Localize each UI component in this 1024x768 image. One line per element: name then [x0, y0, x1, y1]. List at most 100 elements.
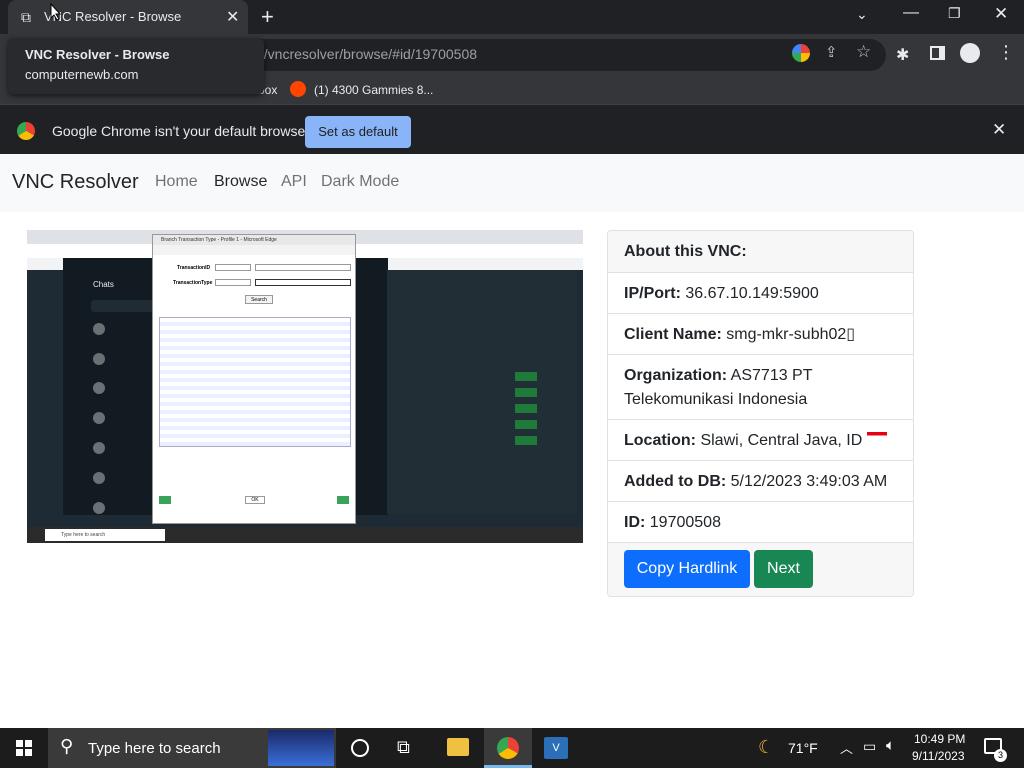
tab-hover-card: VNC Resolver - Browse computernewb.com [8, 38, 264, 94]
remote-next-button [337, 496, 349, 504]
remote-taskbar-search: Type here to search [45, 529, 165, 541]
chrome-taskbar-icon [497, 737, 519, 759]
infobar-close-icon[interactable]: ✕ [992, 120, 1006, 140]
remote-field2-select [215, 279, 251, 286]
tab-strip: ⧉ VNC Resolver - Browse ✕ + ⌄ — ❐ ✕ [0, 0, 1024, 34]
close-window-icon[interactable]: ✕ [994, 4, 1008, 24]
info-row-added: Added to DB: 5/12/2023 3:49:03 AM [608, 460, 913, 501]
weather-temp[interactable]: 71°F [788, 740, 818, 756]
card-header: About this VNC: [624, 243, 747, 260]
volume-icon[interactable]: 🔈︎ [886, 737, 895, 754]
remote-field1-label: TransactionID [177, 265, 211, 271]
remote-chat-avatar [93, 353, 105, 365]
bookmark-item[interactable]: (1) 4300 Gammies 8... [314, 83, 433, 97]
info-value: 5/12/2023 3:49:03 AM [730, 473, 888, 490]
search-icon: ⚲ [60, 736, 74, 756]
network-icon[interactable]: ▭ [863, 738, 876, 755]
nav-browse[interactable]: Browse [214, 173, 267, 191]
remote-chat-avatar [93, 323, 105, 335]
remote-chat-avatar [93, 472, 105, 484]
task-view-icon[interactable]: ⧉ [397, 737, 410, 758]
info-value: 36.67.10.149:5900 [685, 285, 819, 302]
side-panel-icon[interactable] [930, 46, 945, 60]
tab-search-chevron-icon[interactable]: ⌄ [856, 6, 868, 23]
site-navbar: VNC Resolver Home Browse API Dark Mode [0, 154, 1024, 212]
web-page: VNC Resolver Home Browse API Dark Mode C… [0, 154, 1024, 728]
info-label: ID: [624, 514, 646, 531]
taskbar-chrome[interactable] [484, 728, 532, 768]
remote-taskbar: Type here to search [27, 527, 583, 543]
remote-chat-avatar [93, 502, 105, 514]
menu-kebab-icon[interactable]: ⋮ [997, 42, 1015, 63]
windows-start-icon[interactable] [16, 740, 32, 756]
remote-green-button [515, 436, 537, 445]
site-brand[interactable]: VNC Resolver [12, 171, 139, 194]
info-row-location: Location: Slawi, Central Java, ID [608, 419, 913, 460]
hover-card-domain: computernewb.com [25, 67, 139, 82]
remote-search-button: Search [245, 295, 273, 304]
remote-edge-dialog: Branch Transaction Type - Profile 1 - Mi… [152, 234, 356, 524]
clock-time[interactable]: 10:49 PM [914, 732, 965, 746]
taskbar-search-placeholder: Type here to search [88, 740, 221, 757]
extensions-icon[interactable]: ✱ [896, 45, 909, 65]
info-label: IP/Port: [624, 285, 681, 302]
indonesia-flag-icon [866, 432, 887, 439]
remote-background-panel [387, 270, 577, 514]
url-text: n/vncresolver/browse/#id/19700508 [256, 46, 478, 62]
remote-field2-input [255, 279, 351, 286]
next-button[interactable]: Next [754, 550, 813, 588]
reddit-icon [290, 81, 306, 97]
remote-chat-avatar [93, 412, 105, 424]
new-tab-icon[interactable]: + [261, 4, 274, 30]
info-label: Client Name: [624, 326, 722, 343]
remote-green-button [515, 404, 537, 413]
restore-icon[interactable]: ❐ [948, 5, 961, 22]
remote-chat-avatar [93, 382, 105, 394]
info-row-ip: IP/Port: 36.67.10.149:5900 [608, 272, 913, 313]
close-tab-icon[interactable]: ✕ [226, 7, 239, 27]
vnc-info-card: About this VNC: IP/Port: 36.67.10.149:59… [607, 230, 914, 597]
remote-field1-select [215, 264, 251, 271]
info-label: Organization: [624, 367, 728, 384]
info-label: Location: [624, 432, 696, 449]
bookmark-star-icon[interactable]: ☆ [856, 42, 871, 62]
tray-chevron-icon[interactable]: ︿ [840, 738, 853, 757]
cortana-icon[interactable] [351, 739, 369, 757]
browser-tab[interactable]: ⧉ VNC Resolver - Browse ✕ [8, 0, 248, 34]
file-explorer-icon[interactable] [447, 738, 469, 756]
google-lens-icon[interactable] [792, 44, 810, 62]
infobar-message: Google Chrome isn't your default browser [52, 123, 310, 139]
info-value: 19700508 [649, 514, 721, 531]
remote-chat-search [91, 300, 161, 312]
profile-avatar-icon[interactable] [960, 43, 980, 63]
taskbar-search-box[interactable]: ⚲ Type here to search [48, 728, 336, 768]
mouse-cursor-icon [50, 3, 62, 21]
nav-api[interactable]: API [281, 173, 307, 191]
remote-green-button [515, 372, 537, 381]
vnc-screenshot: Chats Branch Transaction Type - Profile … [27, 230, 583, 543]
card-footer: Copy Hardlink Next [608, 542, 913, 596]
remote-results-table [159, 317, 351, 447]
hover-card-title: VNC Resolver - Browse [25, 47, 170, 62]
nav-home[interactable]: Home [155, 173, 198, 191]
notification-count: 3 [994, 749, 1007, 762]
nav-dark-mode[interactable]: Dark Mode [321, 173, 399, 191]
info-row-id: ID: 19700508 [608, 501, 913, 542]
remote-chat-avatar [93, 442, 105, 454]
remote-ok-button: OK [245, 496, 265, 504]
info-label: Added to DB: [624, 473, 727, 490]
default-browser-infobar: Google Chrome isn't your default browser… [0, 104, 1024, 154]
vnc-viewer-icon[interactable]: V [544, 737, 568, 759]
set-default-button[interactable]: Set as default [305, 116, 411, 148]
remote-field1-input [255, 264, 351, 271]
tab-title: VNC Resolver - Browse [44, 9, 182, 24]
remote-green-button [515, 420, 537, 429]
minimize-icon[interactable]: — [903, 4, 919, 22]
copy-hardlink-button[interactable]: Copy Hardlink [624, 550, 750, 588]
info-row-client: Client Name: smg-mkr-subh02▯ [608, 313, 913, 354]
remote-green-button [515, 388, 537, 397]
search-highlight-image [268, 730, 334, 766]
share-icon[interactable]: ⇪ [825, 43, 838, 61]
info-row-organization: Organization: AS7713 PT Telekomunikasi I… [608, 354, 913, 419]
clock-date[interactable]: 9/11/2023 [912, 749, 965, 763]
